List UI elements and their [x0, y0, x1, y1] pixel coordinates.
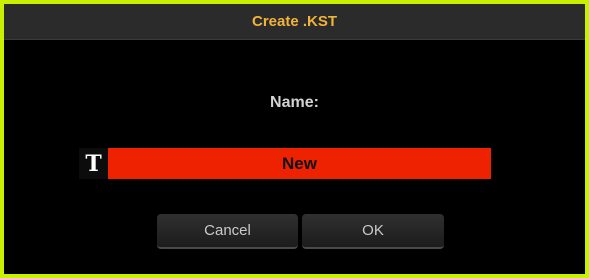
- name-field[interactable]: New: [108, 148, 491, 179]
- cancel-button[interactable]: Cancel: [157, 214, 298, 249]
- create-kst-dialog: Create .KST Name: T New Cancel OK: [0, 0, 589, 278]
- cancel-button-label: Cancel: [204, 222, 251, 239]
- name-field-value: New: [282, 153, 317, 173]
- dialog-title-bar: Create .KST: [4, 4, 585, 40]
- ok-button-label: OK: [362, 222, 384, 239]
- text-icon[interactable]: T: [79, 148, 108, 179]
- dialog-title: Create .KST: [251, 13, 338, 30]
- name-label: Name:: [270, 94, 319, 111]
- ok-button[interactable]: OK: [302, 214, 444, 249]
